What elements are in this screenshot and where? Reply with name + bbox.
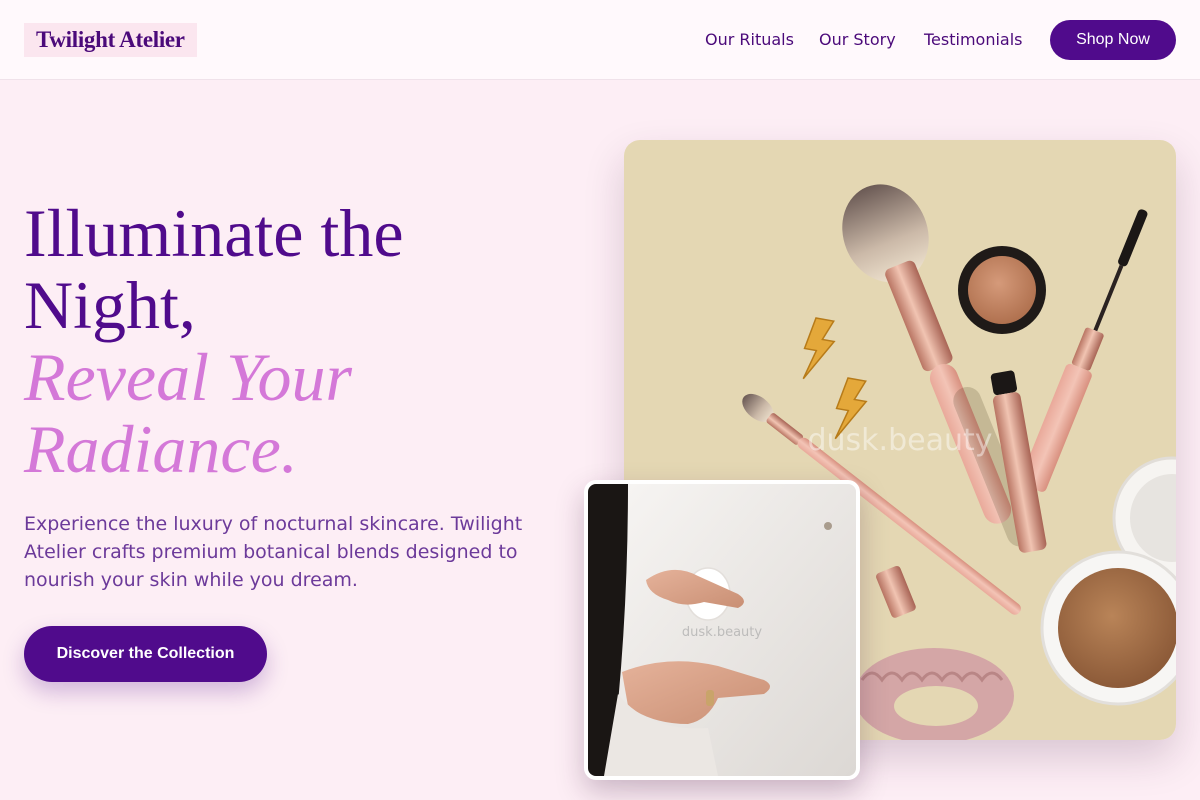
nav-link-testimonials[interactable]: Testimonials xyxy=(924,30,1023,50)
headline-accent-line-1: Reveal Your xyxy=(24,339,353,415)
headline-line-2: Night, xyxy=(24,267,196,343)
hero-description: Experience the luxury of nocturnal skinc… xyxy=(24,513,523,591)
hands-lotion-image: dusk.beauty xyxy=(584,480,860,780)
hands-illustration: dusk.beauty xyxy=(588,484,856,776)
bronzer-compact xyxy=(1040,550,1176,706)
nav-link-our-rituals[interactable]: Our Rituals xyxy=(705,30,794,50)
nav-link-our-story[interactable]: Our Story xyxy=(819,30,896,50)
shop-now-button[interactable]: Shop Now xyxy=(1050,20,1176,60)
discover-collection-button[interactable]: Discover the Collection xyxy=(24,626,267,682)
site-header: Twilight Atelier Our Rituals Our Story T… xyxy=(0,0,1200,80)
headline-line-1: Illuminate the xyxy=(24,195,404,271)
blush-compact xyxy=(958,246,1046,334)
velvet-scrunchie xyxy=(854,648,1014,740)
brand-logo[interactable]: Twilight Atelier xyxy=(24,23,197,57)
headline-accent-line-2: Radiance. xyxy=(24,411,298,487)
product-watermark: dusk.beauty xyxy=(807,423,992,458)
hands-watermark: dusk.beauty xyxy=(682,625,762,640)
hero-headline: Illuminate the Night, Reveal Your Radian… xyxy=(24,197,584,485)
